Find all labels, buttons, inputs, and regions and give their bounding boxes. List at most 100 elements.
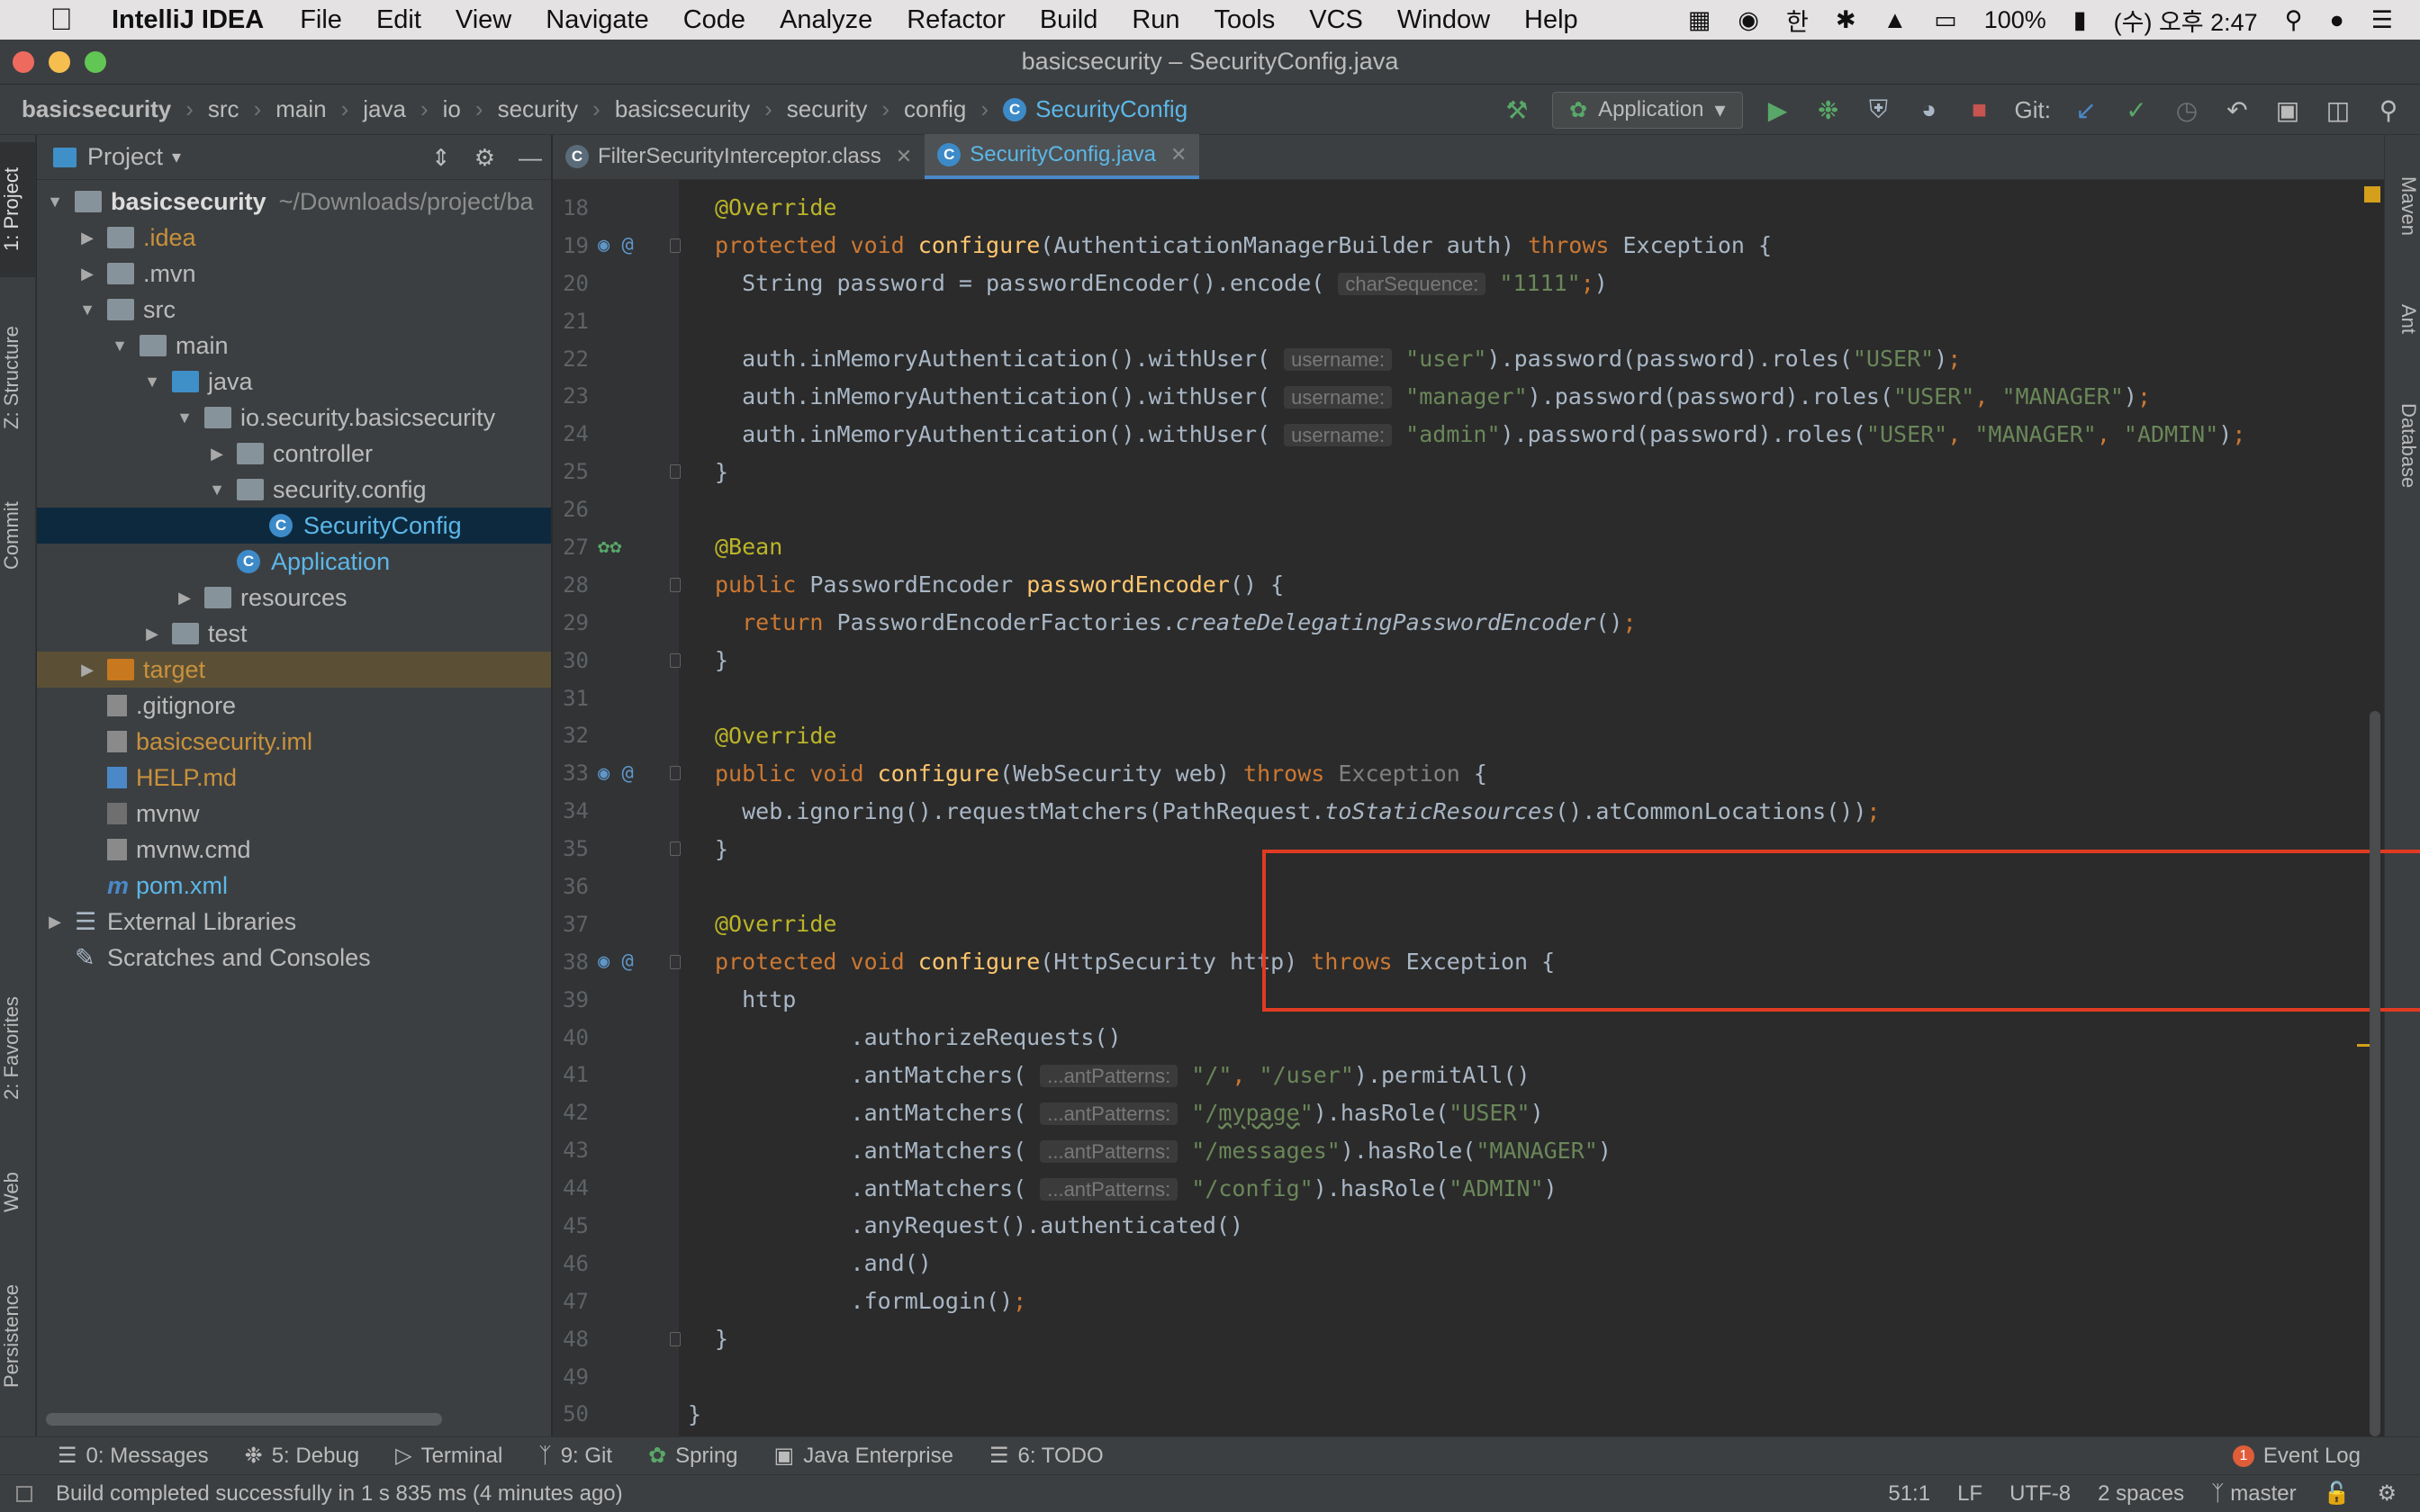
menu-analyze[interactable]: Analyze (780, 5, 872, 35)
gear-icon[interactable]: ⚙ (474, 144, 495, 172)
tree-item-main[interactable]: ▼ main (37, 328, 551, 364)
build-hammer-icon[interactable]: ⚒ (1502, 95, 1532, 125)
expanded-arrow-icon[interactable]: ▼ (208, 481, 226, 500)
override-marker-icon[interactable]: ◉ @ (598, 762, 652, 785)
git-commit-icon[interactable]: ✓ (2121, 95, 2152, 125)
close-icon[interactable]: ✕ (896, 145, 912, 168)
toggle-tool-windows-icon[interactable] (16, 1485, 32, 1502)
tree-item-resources[interactable]: ▶ resources (37, 580, 551, 616)
collapsed-arrow-icon[interactable]: ▶ (176, 589, 194, 608)
tool-debug[interactable]: ❉ 5: Debug (245, 1443, 360, 1469)
tool-terminal[interactable]: ▷ Terminal (395, 1443, 502, 1469)
bluetooth-icon[interactable]: ✱ (1836, 6, 1856, 34)
fold-marker-icon[interactable] (670, 1331, 681, 1346)
menu-file[interactable]: File (300, 5, 342, 35)
input-method-indicator[interactable]: 한 (1786, 3, 1809, 38)
battery-icon[interactable]: ▮ (2073, 6, 2087, 34)
tree-item-root[interactable]: ▼ basicsecurity ~/Downloads/project/ba (37, 184, 551, 220)
fold-marker-icon[interactable] (670, 464, 681, 480)
menu-edit[interactable]: Edit (376, 5, 421, 35)
tab-ant[interactable]: Ant (2384, 279, 2420, 360)
tree-item-src[interactable]: ▼ src (37, 292, 551, 328)
breadcrumb-item[interactable]: main (275, 95, 326, 123)
tree-item-gitignore[interactable]: .gitignore (37, 688, 551, 724)
tool-java-enterprise[interactable]: ▣ Java Enterprise (774, 1443, 953, 1469)
project-view-selector[interactable]: Project (87, 143, 163, 171)
collapsed-arrow-icon[interactable]: ▶ (78, 229, 96, 248)
tree-item-package[interactable]: ▼ io.security.basicsecurity (37, 400, 551, 436)
menu-window[interactable]: Window (1397, 5, 1490, 35)
menu-navigate[interactable]: Navigate (546, 5, 648, 35)
expanded-arrow-icon[interactable]: ▼ (78, 301, 96, 320)
override-marker-icon[interactable]: ◉ @ (598, 950, 652, 973)
tab-securityconfig[interactable]: C SecurityConfig.java ✕ (925, 134, 1200, 179)
display-icon[interactable]: ▭ (1934, 6, 1957, 34)
caret-position[interactable]: 51:1 (1888, 1481, 1930, 1507)
vertical-scrollbar[interactable] (2370, 711, 2380, 1436)
close-window-button[interactable] (13, 51, 34, 73)
spotlight-search-icon[interactable]: ⚲ (2285, 6, 2303, 34)
collapsed-arrow-icon[interactable]: ▶ (78, 265, 96, 284)
fold-marker-icon[interactable] (670, 954, 681, 969)
breadcrumb-file[interactable]: C SecurityConfig (1003, 95, 1187, 123)
tool-todo[interactable]: ☰ 6: TODO (989, 1443, 1104, 1469)
breadcrumb-item[interactable]: security (787, 95, 868, 123)
fold-marker-icon[interactable] (670, 577, 681, 592)
expanded-arrow-icon[interactable]: ▼ (143, 373, 161, 392)
memory-indicator-icon[interactable]: ⚙ (2377, 1480, 2397, 1507)
tool-git[interactable]: ᛉ 9: Git (538, 1444, 612, 1469)
fold-marker-icon[interactable] (670, 652, 681, 668)
warning-indicator-icon[interactable] (2364, 186, 2380, 202)
file-encoding[interactable]: UTF-8 (2009, 1481, 2071, 1507)
status-message[interactable]: Build completed successfully in 1 s 835 … (56, 1481, 623, 1507)
tree-item-iml[interactable]: basicsecurity.iml (37, 724, 551, 760)
git-rollback-icon[interactable]: ↶ (2222, 95, 2253, 125)
breadcrumb-item[interactable]: config (904, 95, 966, 123)
search-icon[interactable]: ⚲ (2373, 95, 2404, 125)
indent-setting[interactable]: 2 spaces (2098, 1481, 2184, 1507)
breadcrumb-item[interactable]: security (498, 95, 579, 123)
run-icon[interactable]: ▶ (1763, 95, 1793, 125)
wifi-icon[interactable]: ▲ (1883, 6, 1907, 34)
menu-refactor[interactable]: Refactor (907, 5, 1006, 35)
app-menu[interactable]: IntelliJ IDEA (112, 5, 264, 35)
git-history-icon[interactable]: ◷ (2172, 95, 2202, 125)
window-layout-icon[interactable]: ▦ (1688, 6, 1711, 34)
tab-structure[interactable]: Z: Structure (0, 306, 36, 450)
tool-messages[interactable]: ☰ 0: Messages (58, 1443, 209, 1469)
collapsed-arrow-icon[interactable]: ▶ (208, 445, 226, 464)
tree-item-scratches[interactable]: ✎ Scratches and Consoles (37, 940, 551, 976)
tab-filtersecurityinterceptor[interactable]: C FilterSecurityInterceptor.class ✕ (553, 134, 925, 179)
git-update-icon[interactable]: ↙ (2071, 95, 2101, 125)
menu-code[interactable]: Code (683, 5, 745, 35)
tree-item-mvnw[interactable]: mvnw (37, 796, 551, 832)
user-icon[interactable]: ● (2329, 6, 2343, 34)
code-lines[interactable]: 18 @Override 19 ◉ @ protected void configur… (553, 189, 2384, 1433)
chevron-down-icon[interactable]: ▾ (172, 146, 181, 168)
menu-help[interactable]: Help (1524, 5, 1578, 35)
presentation-icon[interactable]: ◫ (2323, 95, 2353, 125)
fold-marker-icon[interactable] (670, 766, 681, 781)
tree-item-pom[interactable]: m pom.xml (37, 868, 551, 904)
expanded-arrow-icon[interactable]: ▼ (46, 193, 64, 212)
git-branch-widget[interactable]: ᛉ master (2211, 1481, 2296, 1507)
menu-view[interactable]: View (456, 5, 511, 35)
debug-icon[interactable]: ❉ (1813, 95, 1844, 125)
tool-spring[interactable]: ✿ Spring (648, 1443, 737, 1469)
fold-marker-icon[interactable] (670, 238, 681, 253)
tab-persistence[interactable]: Persistence (0, 1269, 36, 1404)
breadcrumb-item[interactable]: basicsecurity (615, 95, 750, 123)
tree-item-help[interactable]: HELP.md (37, 760, 551, 796)
fold-marker-icon[interactable] (670, 842, 681, 857)
tab-web[interactable]: Web (0, 1152, 36, 1233)
minimize-window-button[interactable] (49, 51, 70, 73)
menu-tools[interactable]: Tools (1215, 5, 1276, 35)
collapse-all-icon[interactable]: ⇕ (431, 144, 451, 172)
tree-item-mvnw-cmd[interactable]: mvnw.cmd (37, 832, 551, 868)
collapsed-arrow-icon[interactable]: ▶ (46, 913, 64, 932)
menu-run[interactable]: Run (1132, 5, 1179, 35)
tree-item-mvn[interactable]: ▶ .mvn (37, 256, 551, 292)
project-structure-icon[interactable]: ▣ (2272, 95, 2303, 125)
breadcrumb-item[interactable]: src (208, 95, 239, 123)
stop-icon[interactable]: ■ (1964, 95, 1995, 124)
